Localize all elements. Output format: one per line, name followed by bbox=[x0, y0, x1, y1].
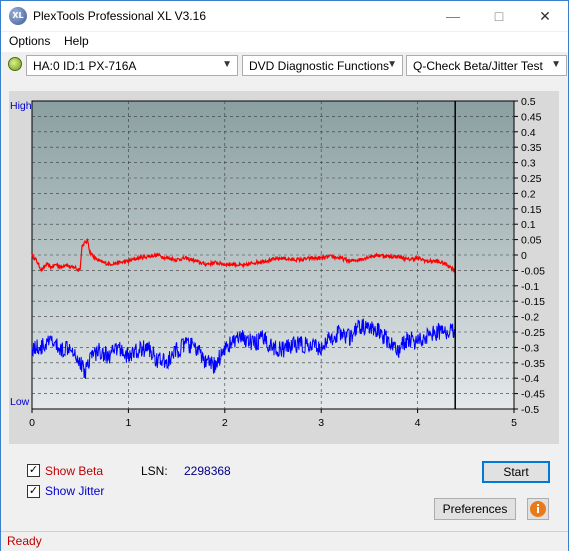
maximize-icon[interactable]: □ bbox=[476, 1, 522, 31]
y-tick-label: -0.15 bbox=[521, 296, 545, 308]
app-logo-icon: XL bbox=[9, 7, 27, 25]
chevron-down-icon: ▼ bbox=[387, 59, 397, 70]
menu-bar: Options Help bbox=[1, 32, 568, 52]
x-tick-label: 5 bbox=[511, 417, 517, 429]
x-tick-label: 2 bbox=[222, 417, 228, 429]
menu-help[interactable]: Help bbox=[64, 34, 89, 48]
start-button[interactable]: Start bbox=[482, 461, 550, 483]
test-select[interactable]: Q-Check Beta/Jitter Test ▼ bbox=[406, 55, 567, 76]
show-beta-label[interactable]: Show Beta bbox=[45, 464, 103, 478]
preferences-button-label: Preferences bbox=[442, 502, 508, 516]
menu-options[interactable]: Options bbox=[9, 34, 50, 48]
show-beta-checkbox[interactable]: ✓ bbox=[27, 464, 40, 477]
x-tick-label: 0 bbox=[29, 417, 35, 429]
chart-panel: 0.5 0.45 0.4 0.35 0.3 0.25 0.2 0.15 0.1 0.05 0 -0.0… bbox=[9, 91, 559, 444]
drive-select-value: HA:0 ID:1 PX-716A bbox=[33, 59, 137, 73]
y-tick-label: -0.1 bbox=[521, 281, 539, 293]
show-jitter-label[interactable]: Show Jitter bbox=[45, 484, 104, 498]
info-icon[interactable] bbox=[527, 498, 549, 520]
y-tick-label: -0.35 bbox=[521, 358, 545, 370]
close-icon[interactable]: ✕ bbox=[522, 1, 568, 31]
y-tick-label: -0.2 bbox=[521, 312, 539, 324]
y-tick-label: -0.05 bbox=[521, 265, 545, 277]
function-select[interactable]: DVD Diagnostic Functions ▼ bbox=[242, 55, 403, 76]
chevron-down-icon: ▼ bbox=[551, 59, 561, 70]
window-title: PlexTools Professional XL V3.16 bbox=[33, 9, 206, 23]
y-tick-label: -0.3 bbox=[521, 342, 539, 354]
minimize-icon[interactable]: — bbox=[430, 1, 476, 31]
show-jitter-checkbox[interactable]: ✓ bbox=[27, 485, 40, 498]
lsn-value: 2298368 bbox=[184, 464, 231, 478]
y-tick-label: -0.25 bbox=[521, 327, 545, 339]
drive-disc-icon bbox=[8, 57, 22, 71]
x-tick-label: 1 bbox=[125, 417, 131, 429]
lsn-label: LSN: bbox=[141, 464, 168, 478]
chart-low-label: Low bbox=[10, 396, 30, 408]
y-tick-label: 0.25 bbox=[521, 173, 542, 185]
y-tick-label: 0.35 bbox=[521, 142, 542, 154]
test-select-value: Q-Check Beta/Jitter Test bbox=[413, 59, 543, 73]
y-tick-label: 0.05 bbox=[521, 235, 542, 247]
y-tick-label: -0.5 bbox=[521, 404, 539, 416]
info-icon-graphic bbox=[530, 501, 546, 517]
start-button-label: Start bbox=[503, 465, 529, 479]
y-tick-label: -0.4 bbox=[521, 373, 539, 385]
y-tick-label: 0.4 bbox=[521, 127, 536, 139]
function-select-value: DVD Diagnostic Functions bbox=[249, 59, 390, 73]
y-tick-label: 0.2 bbox=[521, 188, 536, 200]
y-tick-label: 0.1 bbox=[521, 219, 536, 231]
status-bar: Ready bbox=[1, 531, 568, 551]
y-tick-label: -0.45 bbox=[521, 389, 545, 401]
preferences-button[interactable]: Preferences bbox=[434, 498, 516, 520]
chart-high-label: High bbox=[10, 100, 32, 112]
x-tick-label: 3 bbox=[318, 417, 324, 429]
status-text: Ready bbox=[7, 534, 42, 548]
y-tick-label: 0.5 bbox=[521, 96, 536, 108]
title-bar: XL PlexTools Professional XL V3.16 — □ ✕ bbox=[1, 1, 568, 31]
y-tick-label: 0.45 bbox=[521, 111, 542, 123]
y-tick-label: 0.15 bbox=[521, 204, 542, 216]
drive-select[interactable]: HA:0 ID:1 PX-716A ▼ bbox=[26, 55, 238, 76]
beta-jitter-chart: 0.5 0.45 0.4 0.35 0.3 0.25 0.2 0.15 0.1 0.05 0 -0.0… bbox=[10, 96, 545, 429]
y-tick-label: 0.3 bbox=[521, 158, 536, 170]
app-window: XL PlexTools Professional XL V3.16 — □ ✕… bbox=[0, 0, 569, 551]
y-tick-label: 0 bbox=[521, 250, 527, 262]
chevron-down-icon: ▼ bbox=[222, 59, 232, 70]
x-tick-label: 4 bbox=[415, 417, 421, 429]
